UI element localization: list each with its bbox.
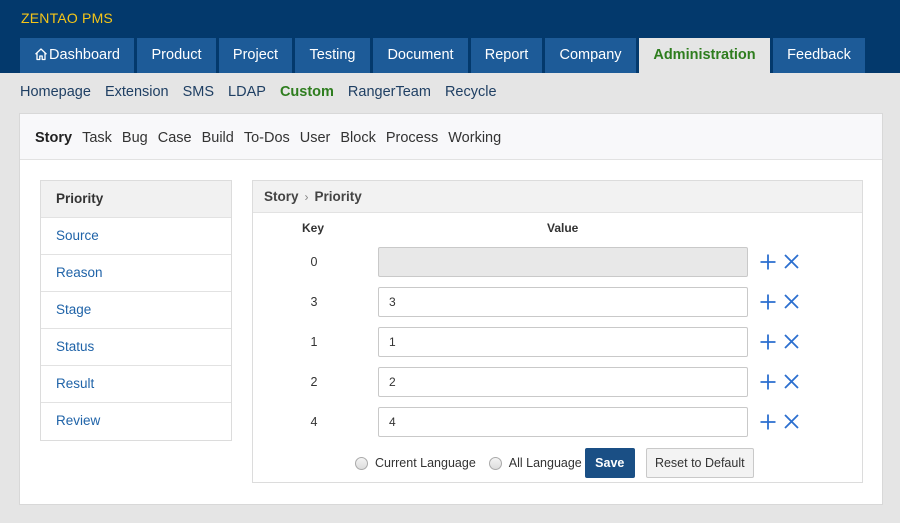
delete-row-x-icon[interactable] — [783, 253, 800, 270]
field-item-result[interactable]: Result — [41, 366, 231, 403]
main-tab-company[interactable]: Company — [545, 38, 636, 73]
main-nav: Dashboard Product Project Testing Docume… — [20, 38, 868, 73]
main-tab-document[interactable]: Document — [373, 38, 468, 73]
breadcrumb-module: Story — [264, 189, 299, 204]
all-language-label[interactable]: All Language — [509, 456, 582, 470]
sub-nav-homepage[interactable]: Homepage — [20, 84, 91, 104]
delete-row-x-icon[interactable] — [783, 413, 800, 430]
value-row: 3 — [253, 287, 862, 317]
field-list: Priority Source Reason Stage Status Resu… — [40, 180, 232, 441]
value-row: 0 — [253, 247, 862, 277]
add-row-plus-icon[interactable] — [759, 333, 777, 351]
delete-row-x-icon[interactable] — [783, 373, 800, 390]
row-value-input[interactable] — [378, 367, 748, 397]
add-row-plus-icon[interactable] — [759, 373, 777, 391]
module-tab-block[interactable]: Block — [340, 130, 375, 146]
add-row-plus-icon[interactable] — [759, 413, 777, 431]
module-tab-bug[interactable]: Bug — [122, 130, 148, 146]
field-item-review[interactable]: Review — [41, 403, 231, 440]
row-key: 2 — [310, 375, 318, 389]
sub-nav-recycle[interactable]: Recycle — [445, 84, 497, 104]
module-tab-todos[interactable]: To-Dos — [244, 130, 290, 146]
add-row-plus-icon[interactable] — [759, 293, 777, 311]
sub-nav: Homepage Extension SMS LDAP Custom Range… — [20, 84, 511, 104]
sub-nav-custom[interactable]: Custom — [280, 84, 334, 104]
breadcrumb: Story › Priority — [253, 181, 862, 213]
module-bar: Story Task Bug Case Build To-Dos User Bl… — [20, 114, 882, 160]
row-key: 4 — [310, 415, 318, 429]
save-button[interactable]: Save — [584, 448, 635, 478]
field-editor: Story › Priority Key Value 0 3 1 2 4 Current L… — [252, 180, 863, 483]
main-tab-project[interactable]: Project — [219, 38, 292, 73]
row-key: 3 — [310, 295, 318, 309]
custom-panel: Story Task Bug Case Build To-Dos User Bl… — [19, 113, 883, 505]
sub-nav-extension[interactable]: Extension — [105, 84, 169, 104]
value-row: 4 — [253, 407, 862, 437]
field-item-reason[interactable]: Reason — [41, 255, 231, 292]
row-key: 0 — [310, 255, 318, 269]
sub-nav-rangerteam[interactable]: RangerTeam — [348, 84, 431, 104]
row-value-input[interactable] — [378, 247, 748, 277]
reset-default-button[interactable]: Reset to Default — [645, 448, 754, 478]
main-tab-report[interactable]: Report — [471, 38, 542, 73]
module-tab-task[interactable]: Task — [82, 130, 112, 146]
module-tab-story[interactable]: Story — [35, 130, 72, 146]
row-value-input[interactable] — [378, 327, 748, 357]
field-item-priority[interactable]: Priority — [41, 181, 231, 218]
module-tab-case[interactable]: Case — [158, 130, 192, 146]
current-language-label[interactable]: Current Language — [375, 456, 476, 470]
breadcrumb-separator: › — [304, 190, 309, 204]
value-column-header: Value — [547, 221, 579, 235]
brand-logo[interactable]: ZENTAO PMS — [21, 10, 113, 26]
module-tab-process[interactable]: Process — [386, 130, 438, 146]
module-tabs: Story Task Bug Case Build To-Dos User Bl… — [35, 130, 511, 146]
row-value-input[interactable] — [378, 407, 748, 437]
value-row: 2 — [253, 367, 862, 397]
delete-row-x-icon[interactable] — [783, 293, 800, 310]
main-tab-product[interactable]: Product — [137, 38, 216, 73]
home-icon — [34, 40, 48, 75]
sub-nav-sms[interactable]: SMS — [183, 84, 214, 104]
module-tab-build[interactable]: Build — [202, 130, 234, 146]
value-row: 1 — [253, 327, 862, 357]
main-tab-feedback[interactable]: Feedback — [773, 38, 865, 73]
field-item-source[interactable]: Source — [41, 218, 231, 255]
delete-row-x-icon[interactable] — [783, 333, 800, 350]
current-language-radio[interactable] — [355, 456, 368, 470]
row-value-input[interactable] — [378, 287, 748, 317]
breadcrumb-field: Priority — [314, 189, 362, 204]
module-tab-working[interactable]: Working — [448, 130, 501, 146]
main-tab-testing[interactable]: Testing — [295, 38, 370, 73]
key-column-header: Key — [302, 221, 325, 235]
field-item-stage[interactable]: Stage — [41, 292, 231, 329]
main-tab-label: Dashboard — [49, 47, 120, 63]
main-tab-administration[interactable]: Administration — [639, 38, 770, 73]
field-item-status[interactable]: Status — [41, 329, 231, 366]
all-language-radio[interactable] — [488, 456, 502, 470]
row-key: 1 — [310, 335, 318, 349]
add-row-plus-icon[interactable] — [759, 253, 777, 271]
sub-nav-ldap[interactable]: LDAP — [228, 84, 266, 104]
main-tab-dashboard[interactable]: Dashboard — [20, 38, 134, 73]
header-bar: ZENTAO PMS Dashboard Product Project Tes… — [0, 0, 900, 73]
module-tab-user[interactable]: User — [300, 130, 331, 146]
editor-footer: Current Language All Language Save Reset… — [355, 448, 754, 478]
